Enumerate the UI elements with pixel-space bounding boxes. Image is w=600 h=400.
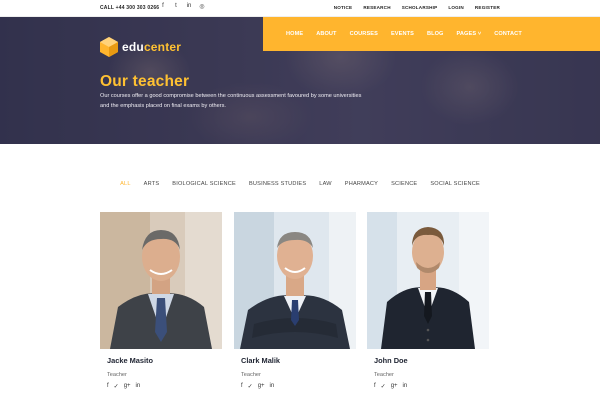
link-research[interactable]: RESEARCH — [363, 5, 390, 10]
main-nav: HOME ABOUT COURSES EVENTS BLOG PAGES ˅ C… — [263, 17, 600, 51]
filter-law[interactable]: LAW — [319, 181, 332, 187]
nav-contact[interactable]: CONTACT — [494, 31, 522, 37]
filter-biological-science[interactable]: BIOLOGICAL SCIENCE — [172, 181, 236, 187]
nav-pages[interactable]: PAGES ˅ — [457, 31, 482, 37]
link-notice[interactable]: NOTICE — [334, 5, 353, 10]
twitter-icon[interactable]: ✓ — [114, 383, 119, 390]
filter-social-science[interactable]: SOCIAL SCIENCE — [430, 181, 480, 187]
linkedin-icon[interactable]: in — [136, 383, 141, 390]
filter-science[interactable]: SCIENCE — [391, 181, 417, 187]
teacher-photo[interactable] — [100, 212, 222, 349]
linkedin-icon[interactable]: in — [186, 3, 192, 10]
teacher-card[interactable]: John Doe Teacher f ✓ g+ in — [367, 212, 489, 400]
facebook-icon[interactable]: f — [374, 383, 376, 390]
teacher-social-links: f ✓ g+ in — [241, 383, 274, 390]
teacher-card[interactable]: Jacke Masito Teacher f ✓ g+ in — [100, 212, 222, 400]
filter-all[interactable]: ALL — [120, 181, 131, 187]
google-plus-icon[interactable]: g+ — [391, 383, 398, 390]
logo-icon — [100, 37, 118, 57]
hero-description: Our courses offer a good compromise betw… — [100, 93, 362, 109]
linkedin-icon[interactable]: in — [403, 383, 408, 390]
teacher-name[interactable]: Jacke Masito — [107, 356, 153, 365]
filter-arts[interactable]: ARTS — [144, 181, 160, 187]
link-login[interactable]: LOGIN — [448, 5, 464, 10]
site-logo[interactable]: educenter — [100, 37, 181, 57]
teacher-role: Teacher — [107, 372, 127, 378]
teacher-photo[interactable] — [367, 212, 489, 349]
page-title: Our teacher — [100, 73, 190, 90]
facebook-icon[interactable]: f — [241, 383, 243, 390]
instagram-icon[interactable]: ◎ — [199, 3, 205, 10]
google-plus-icon[interactable]: g+ — [124, 383, 131, 390]
filter-pharmacy[interactable]: PHARMACY — [345, 181, 378, 187]
teacher-name[interactable]: John Doe — [374, 356, 408, 365]
teacher-social-links: f ✓ g+ in — [107, 383, 140, 390]
hero-banner: educenter HOME ABOUT COURSES EVENTS BLOG… — [0, 17, 600, 144]
teacher-photo[interactable] — [234, 212, 356, 349]
nav-about[interactable]: ABOUT — [316, 31, 336, 37]
nav-blog[interactable]: BLOG — [427, 31, 444, 37]
phone-number: CALL +44 300 303 0266 — [100, 5, 160, 11]
top-bar: CALL +44 300 303 0266 f t in ◎ NOTICE RE… — [0, 0, 600, 17]
top-links: NOTICE RESEARCH SCHOLARSHIP LOGIN REGIST… — [334, 5, 500, 10]
twitter-icon[interactable]: t — [173, 3, 179, 10]
teacher-role: Teacher — [374, 372, 394, 378]
google-plus-icon[interactable]: g+ — [258, 383, 265, 390]
logo-text-part2: center — [143, 40, 182, 54]
teacher-card[interactable]: Clark Malik Teacher f ✓ g+ in — [234, 212, 356, 400]
nav-home[interactable]: HOME — [286, 31, 303, 37]
link-scholarship[interactable]: SCHOLARSHIP — [402, 5, 438, 10]
teacher-name[interactable]: Clark Malik — [241, 356, 280, 365]
twitter-icon[interactable]: ✓ — [248, 383, 253, 390]
logo-text-part1: edu — [122, 40, 144, 54]
linkedin-icon[interactable]: in — [270, 383, 275, 390]
teacher-role: Teacher — [241, 372, 261, 378]
category-filters: ALL ARTS BIOLOGICAL SCIENCE BUSINESS STU… — [0, 181, 600, 187]
facebook-icon[interactable]: f — [160, 3, 166, 10]
link-register[interactable]: REGISTER — [475, 5, 500, 10]
teacher-social-links: f ✓ g+ in — [374, 383, 407, 390]
nav-courses[interactable]: COURSES — [350, 31, 378, 37]
facebook-icon[interactable]: f — [107, 383, 109, 390]
twitter-icon[interactable]: ✓ — [381, 383, 386, 390]
nav-events[interactable]: EVENTS — [391, 31, 414, 37]
top-social-links: f t in ◎ — [160, 3, 205, 10]
filter-business-studies[interactable]: BUSINESS STUDIES — [249, 181, 306, 187]
